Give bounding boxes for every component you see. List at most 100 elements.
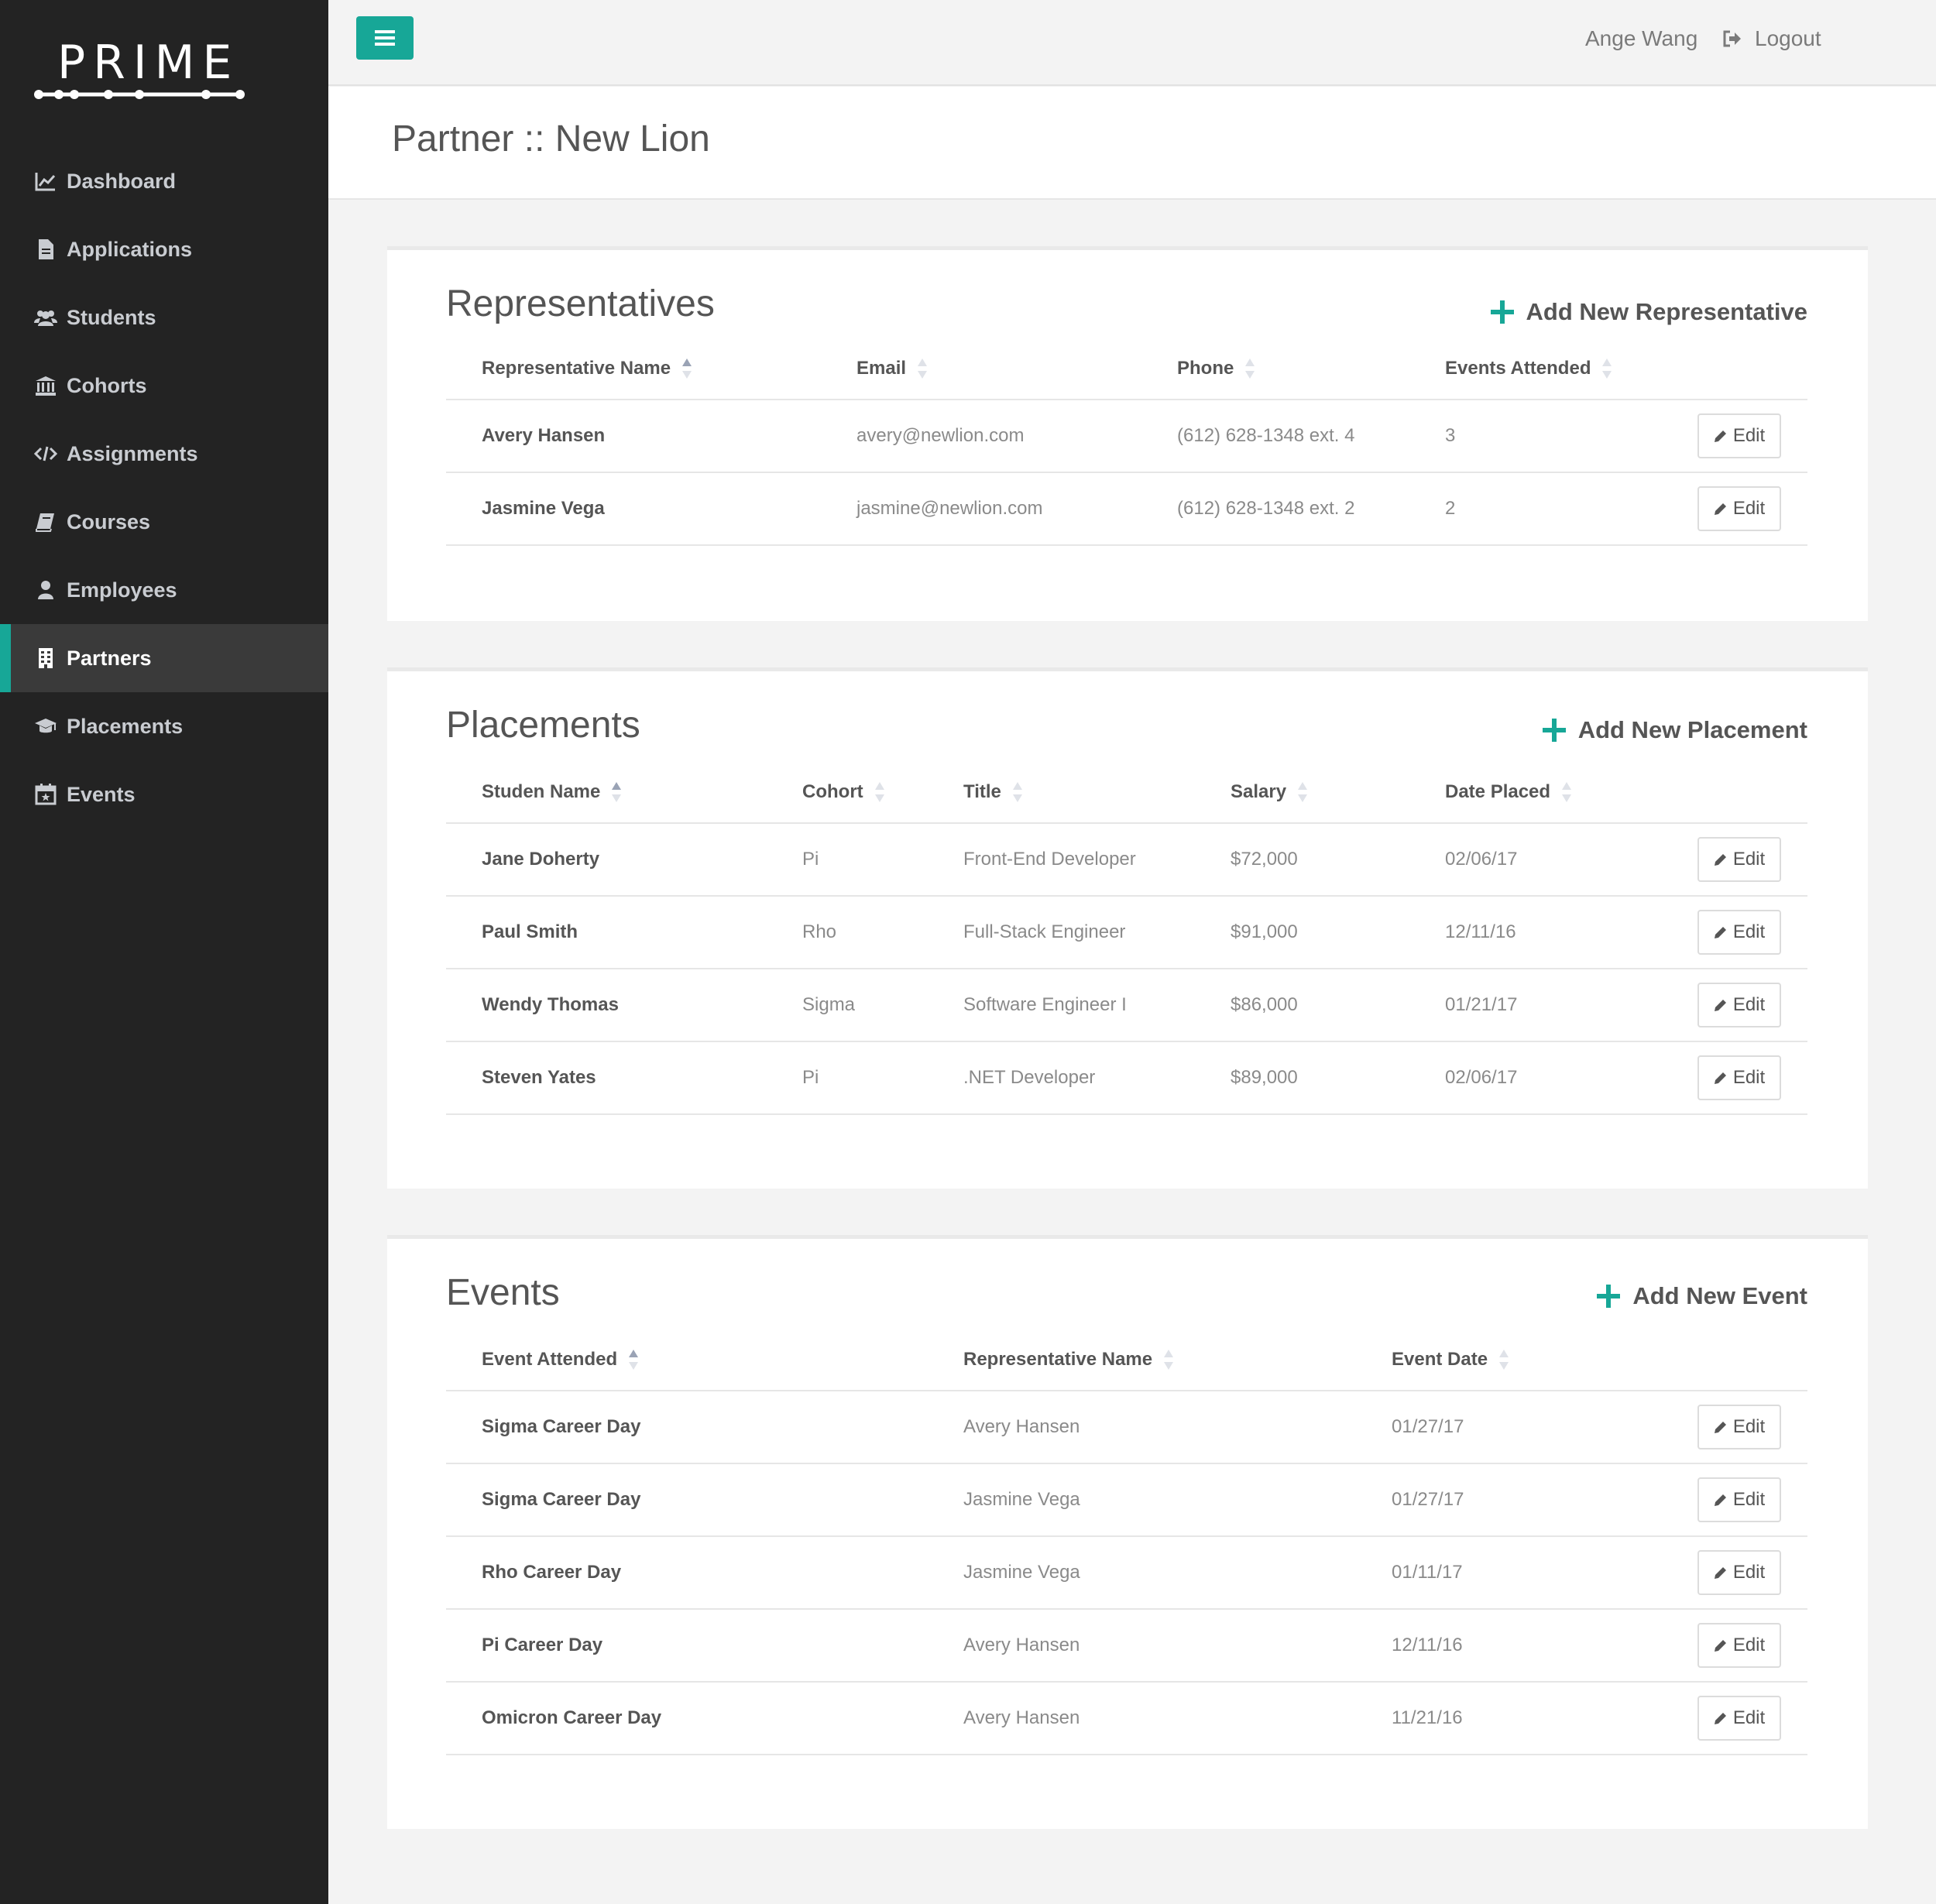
placements-panel: Placements Add New Placement Studen Name… [387,667,1868,1189]
edit-button[interactable]: Edit [1697,910,1781,955]
table-row: Omicron Career Day Avery Hansen 11/21/16… [446,1683,1807,1755]
sidebar-item-applications[interactable]: Applications [0,215,328,283]
sidebar-item-label: Events [67,782,136,806]
prime-logo[interactable]: PRIME [34,36,246,105]
code-icon [34,442,57,465]
table-row: Paul Smith Rho Full-Stack Engineer $91,0… [446,897,1807,969]
column-label: Salary [1231,781,1287,802]
pencil-icon [1714,1072,1726,1084]
user-icon [34,578,57,602]
salary: $72,000 [1231,849,1298,870]
column-header-events-attended[interactable]: Events Attended [1445,337,1612,400]
logo-text: PRIME [57,36,240,90]
column-header-event-date[interactable]: Event Date [1392,1328,1509,1391]
column-header-representative-name[interactable]: Representative Name [963,1328,1174,1391]
column-header-student-name[interactable]: Studen Name [482,760,622,824]
sort-icon [1602,359,1612,379]
table-row: Pi Career Day Avery Hansen 12/11/16 Edit [446,1610,1807,1683]
user-name-link[interactable]: Ange Wang [1585,26,1697,51]
column-header-event-attended[interactable]: Event Attended [482,1328,639,1391]
edit-button[interactable]: Edit [1697,1477,1781,1522]
sidebar-item-cohorts[interactable]: Cohorts [0,352,328,420]
event-name: Sigma Career Day [482,1489,641,1510]
column-label: Representative Name [482,358,671,379]
edit-button[interactable]: Edit [1697,1696,1781,1741]
sidebar-item-placements[interactable]: Placements [0,692,328,760]
edit-button[interactable]: Edit [1697,837,1781,882]
event-name: Rho Career Day [482,1562,622,1583]
student-name: Jane Doherty [482,849,600,870]
plus-icon [1490,300,1514,324]
table-row: Sigma Career Day Jasmine Vega 01/27/17 E… [446,1464,1807,1537]
sidebar-item-assignments[interactable]: Assignments [0,420,328,488]
add-new-placement-button[interactable]: Add New Placement [1542,716,1807,744]
column-header-title[interactable]: Title [963,760,1023,824]
edit-label: Edit [1732,1562,1766,1583]
edit-button[interactable]: Edit [1697,1055,1781,1100]
sidebar-item-label: Placements [67,714,184,738]
event-date: 01/27/17 [1392,1416,1464,1437]
pencil-icon [1714,1422,1726,1433]
student-name: Steven Yates [482,1067,596,1088]
job-title: .NET Developer [963,1067,1096,1088]
representative-email: avery@newlion.com [856,425,1025,446]
column-header-representative-name[interactable]: Representative Name [482,337,692,400]
column-label: Studen Name [482,781,601,802]
table-header: Studen Name Cohort Title Salary Date Pla… [446,760,1807,824]
sidebar-item-employees[interactable]: Employees [0,556,328,624]
sort-icon [874,782,884,802]
column-label: Title [963,781,1001,802]
sort-icon [1245,359,1255,379]
placements-title: Placements [446,705,640,746]
job-title: Front-End Developer [963,849,1136,870]
add-new-representative-button[interactable]: Add New Representative [1490,298,1807,326]
representative-name: Avery Hansen [963,1635,1080,1655]
table-header: Event Attended Representative Name Event… [446,1328,1807,1391]
edit-button[interactable]: Edit [1697,983,1781,1027]
representatives-panel: Representatives Add New Representative R… [387,246,1868,621]
column-label: Phone [1177,358,1234,379]
representative-name: Jasmine Vega [963,1562,1080,1583]
menu-toggle-button[interactable] [356,16,414,60]
column-label: Cohort [802,781,863,802]
sidebar-item-dashboard[interactable]: Dashboard [0,147,328,215]
events-table: Event Attended Representative Name Event… [446,1328,1807,1755]
sidebar-item-label: Employees [67,578,177,602]
representative-name: Avery Hansen [963,1707,1080,1728]
column-header-salary[interactable]: Salary [1231,760,1308,824]
edit-label: Edit [1732,1707,1766,1728]
sidebar-item-label: Assignments [67,441,198,465]
sidebar-item-courses[interactable]: Courses [0,488,328,556]
job-title: Full-Stack Engineer [963,921,1126,942]
column-label: Event Date [1392,1349,1488,1370]
event-name: Pi Career Day [482,1635,603,1655]
column-header-date-placed[interactable]: Date Placed [1445,760,1572,824]
sort-icon [1012,782,1022,802]
sidebar-item-label: Cohorts [67,373,147,397]
sidebar-item-students[interactable]: Students [0,283,328,352]
event-date: 01/11/17 [1392,1562,1463,1583]
logout-button[interactable]: Logout [1722,26,1821,51]
add-new-event-button[interactable]: Add New Event [1597,1282,1807,1310]
representative-email: jasmine@newlion.com [856,498,1043,519]
events-panel: Events Add New Event Event Attended Repr… [387,1235,1868,1829]
edit-button[interactable]: Edit [1697,1623,1781,1668]
pencil-icon [1714,431,1726,442]
sidebar: PRIME Dashboard Applications Students Co… [0,0,328,1904]
sidebar-item-partners[interactable]: Partners [0,624,328,692]
job-title: Software Engineer I [963,994,1127,1015]
salary: $89,000 [1231,1067,1298,1088]
column-header-phone[interactable]: Phone [1177,337,1255,400]
pencil-icon [1714,1640,1726,1652]
plus-icon [1542,719,1566,742]
column-header-cohort[interactable]: Cohort [802,760,885,824]
edit-button[interactable]: Edit [1697,486,1781,531]
edit-button[interactable]: Edit [1697,1405,1781,1449]
edit-button[interactable]: Edit [1697,1550,1781,1595]
sidebar-item-events[interactable]: Events [0,760,328,828]
edit-button[interactable]: Edit [1697,413,1781,458]
sidebar-nav: Dashboard Applications Students Cohorts … [0,147,328,828]
table-row: Rho Career Day Jasmine Vega 01/11/17 Edi… [446,1537,1807,1610]
representatives-table: Representative Name Email Phone Events A… [446,337,1807,546]
column-header-email[interactable]: Email [856,337,928,400]
